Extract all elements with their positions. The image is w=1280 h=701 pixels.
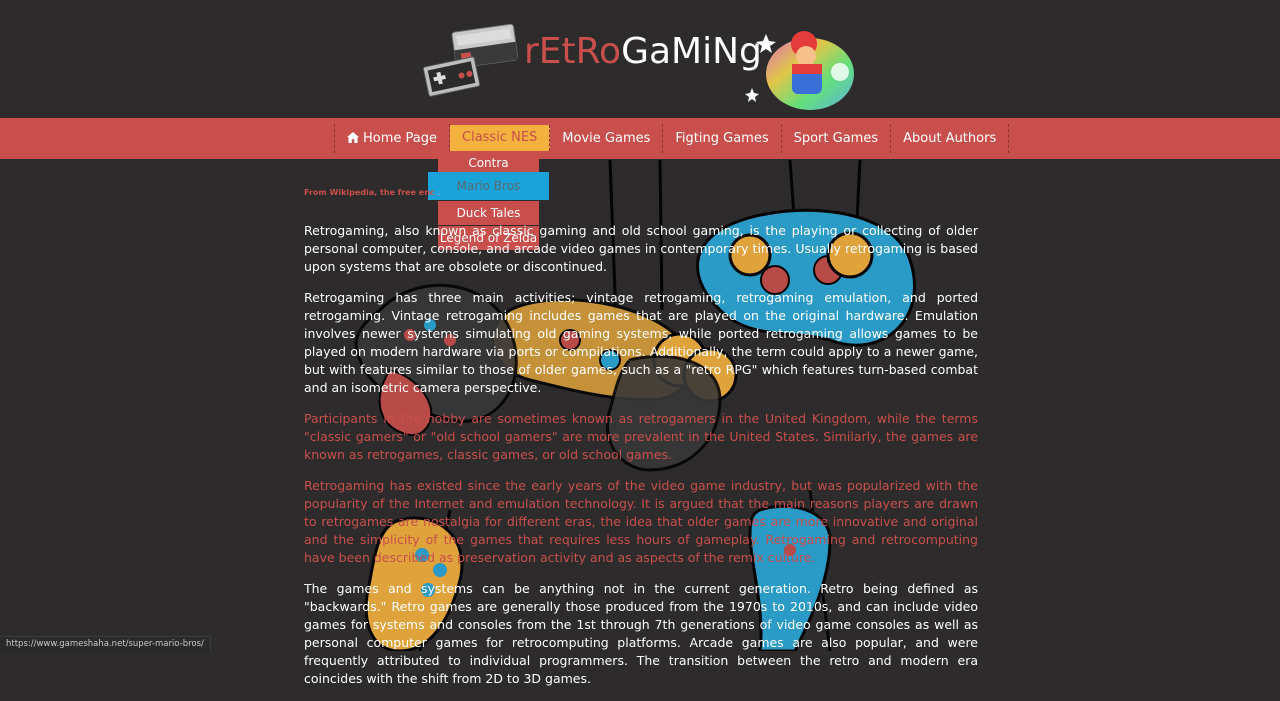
article-paragraph-2: Retrogaming has three main activities; v… [304,290,978,395]
article-paragraph-5: The games and systems can be anything no… [304,581,978,686]
article-content: From Wikipedia, the free enc Retrogaming… [304,187,978,701]
nav-item-about-authors[interactable]: About Authors [891,124,1010,153]
nav-item-fighting-games[interactable]: Figting Games [663,124,782,153]
nes-console-icon [422,24,519,97]
nav-menu: Home Page Classic NES Movie Games Figtin… [334,124,1010,153]
logo-part-gaming: GaMiNg [621,31,762,72]
browser-status-url: https://www.gameshaha.net/super-mario-br… [0,636,211,652]
site-header: rEtRoGaMiNg [0,0,1280,118]
logo-part-retro: rEtRo [524,31,622,72]
article-source: From Wikipedia, the free enc [304,188,435,197]
site-logo[interactable]: rEtRoGaMiNg [524,34,762,70]
nav-item-home[interactable]: Home Page [335,124,450,153]
nav-item-movie-label: Movie Games [562,131,651,146]
nav-item-home-label: Home Page [363,131,437,146]
nav-item-authors-label: About Authors [903,131,997,146]
nav-item-classic-nes[interactable]: Classic NES [450,125,551,151]
nav-item-classic-label: Classic NES [462,130,538,145]
article-paragraph-3: Participants in the hobby are sometimes … [304,411,978,462]
nav-item-fighting-label: Figting Games [675,131,769,146]
home-icon [347,132,359,143]
main-navbar: Home Page Classic NES Movie Games Figtin… [0,118,1280,159]
nav-item-sport-label: Sport Games [793,131,879,146]
mario-icon [745,31,854,110]
article-paragraph-1: Retrogaming, also known as classic gamin… [304,223,978,274]
nav-item-movie-games[interactable]: Movie Games [550,124,664,153]
nav-item-sport-games[interactable]: Sport Games [782,124,892,153]
article-paragraph-4: Retrogaming has existed since the early … [304,478,978,565]
